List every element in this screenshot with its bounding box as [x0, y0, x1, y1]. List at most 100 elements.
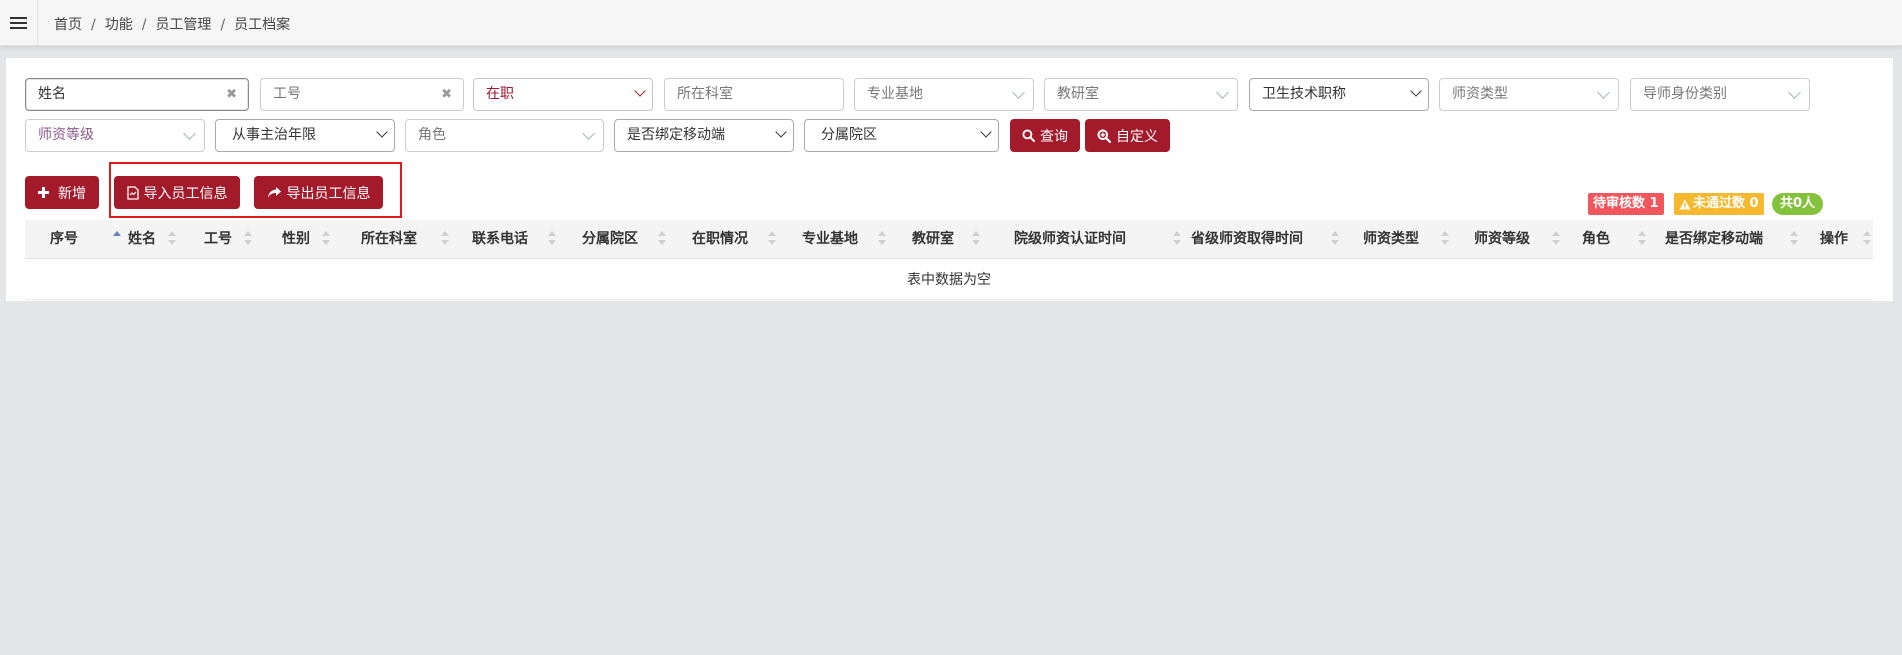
file-import-icon	[126, 185, 139, 200]
employment-status-value: 在职	[486, 86, 514, 102]
employment-status-select[interactable]: 在职	[473, 78, 653, 111]
column-header-role[interactable]: 角色	[1582, 220, 1646, 259]
export-staff-button-label: 导出员工信息	[286, 185, 371, 202]
mentor-type-select[interactable]: 导师身份类别	[1630, 78, 1810, 111]
empty-table-message: 表中数据为空	[25, 260, 1873, 300]
column-header-teaching-room[interactable]: 教研室	[912, 220, 980, 259]
job-number-input[interactable]: 工号 ✖	[260, 78, 464, 111]
column-header-department[interactable]: 所在科室	[361, 220, 449, 259]
column-label: 序号	[50, 231, 78, 247]
column-label: 院级师资认证时间	[1014, 231, 1126, 247]
name-search-input[interactable]: 姓名 ✖	[25, 78, 249, 111]
department-input[interactable]: 所在科室	[664, 78, 844, 111]
chevron-down-icon	[1788, 86, 1801, 99]
sort-icon	[972, 231, 980, 246]
job-number-placeholder: 工号	[273, 86, 301, 102]
table-header: 序号 姓名 工号 性别 所在科室 联系电话 分属院区 在职情况 专业基地 教研室…	[25, 220, 1873, 259]
breadcrumb-staff-archive: 员工档案	[234, 17, 291, 33]
column-header-campus[interactable]: 分属院区	[582, 220, 666, 259]
zoom-in-icon	[1097, 129, 1111, 143]
column-label: 姓名	[128, 231, 156, 247]
column-header-employment-status[interactable]: 在职情况	[692, 220, 776, 259]
teacher-level-select[interactable]: 师资等级	[25, 119, 205, 152]
breadcrumb-staff-management[interactable]: 员工管理	[155, 17, 211, 33]
pending-count-badge[interactable]: 待审核数 1	[1588, 193, 1664, 215]
sort-asc-icon	[113, 231, 121, 246]
health-title-select[interactable]: 卫生技术职称	[1249, 78, 1429, 111]
warning-icon	[1679, 199, 1691, 209]
sort-icon	[1173, 231, 1181, 246]
column-label: 师资类型	[1363, 231, 1419, 247]
breadcrumb-home[interactable]: 首页	[54, 17, 82, 33]
campus-select[interactable]: 分属院区	[804, 119, 999, 152]
professional-base-placeholder: 专业基地	[867, 86, 923, 102]
column-header-gender[interactable]: 性别	[282, 220, 330, 259]
sort-icon	[1790, 231, 1798, 246]
column-header-index[interactable]: 序号	[50, 220, 121, 259]
export-staff-button[interactable]: 导出员工信息	[254, 176, 383, 209]
professional-base-select[interactable]: 专业基地	[854, 78, 1034, 111]
menu-toggle-button[interactable]	[0, 0, 38, 46]
column-header-name[interactable]: 姓名	[128, 220, 176, 259]
sort-icon	[322, 231, 330, 246]
teacher-type-select[interactable]: 师资类型	[1439, 78, 1619, 111]
search-icon	[1022, 129, 1035, 142]
mobile-bound-select[interactable]: 是否绑定移动端	[614, 119, 794, 152]
add-button[interactable]: 新增	[25, 176, 99, 209]
health-title-value: 卫生技术职称	[1262, 86, 1346, 102]
hamburger-icon	[10, 16, 27, 30]
mentor-type-placeholder: 导师身份类别	[1643, 86, 1727, 102]
chevron-down-icon	[1216, 86, 1229, 99]
column-label: 师资等级	[1474, 231, 1530, 247]
chevron-down-icon	[1012, 86, 1025, 99]
column-label: 在职情况	[692, 231, 748, 247]
column-header-job-number[interactable]: 工号	[204, 220, 252, 259]
column-label: 所在科室	[361, 231, 417, 247]
customize-button[interactable]: 自定义	[1085, 119, 1170, 152]
import-staff-button-label: 导入员工信息	[143, 185, 228, 202]
query-button[interactable]: 查询	[1010, 119, 1080, 152]
sort-icon	[548, 231, 556, 246]
failed-count-badge[interactable]: 未通过数 0	[1674, 193, 1764, 215]
add-button-label: 新增	[58, 185, 86, 202]
failed-count-label: 未通过数 0	[1693, 196, 1759, 211]
column-label: 是否绑定移动端	[1665, 231, 1763, 247]
clear-name-icon[interactable]: ✖	[226, 79, 237, 110]
column-header-teacher-type[interactable]: 师资类型	[1363, 220, 1449, 259]
column-header-phone[interactable]: 联系电话	[472, 220, 556, 259]
column-header-professional-base[interactable]: 专业基地	[802, 220, 886, 259]
column-label: 分属院区	[582, 231, 638, 247]
customize-button-label: 自定义	[1116, 128, 1158, 145]
sort-icon	[244, 231, 252, 246]
teaching-room-select[interactable]: 教研室	[1044, 78, 1238, 111]
total-count-badge: 共0人	[1772, 193, 1824, 215]
department-placeholder: 所在科室	[677, 86, 733, 102]
campus-value: 分属院区	[821, 127, 877, 143]
teacher-type-placeholder: 师资类型	[1452, 86, 1508, 102]
attending-years-select[interactable]: 从事主治年限	[215, 119, 395, 152]
breadcrumb: 首页 / 功能 / 员工管理 / 员工档案	[54, 17, 291, 33]
clear-job-number-icon[interactable]: ✖	[441, 79, 452, 110]
role-select[interactable]: 角色	[405, 119, 604, 152]
column-label: 性别	[282, 231, 310, 247]
column-header-mobile-bound[interactable]: 是否绑定移动端	[1665, 220, 1798, 259]
column-label: 教研室	[912, 231, 954, 247]
query-button-label: 查询	[1040, 128, 1068, 145]
sort-icon	[1552, 231, 1560, 246]
column-label: 专业基地	[802, 231, 858, 247]
column-header-actions: 操作	[1820, 220, 1871, 259]
sort-icon	[768, 231, 776, 246]
sort-icon	[878, 231, 886, 246]
sort-icon	[168, 231, 176, 246]
mobile-bound-value: 是否绑定移动端	[627, 127, 725, 143]
teacher-level-placeholder: 师资等级	[38, 127, 94, 143]
breadcrumb-function[interactable]: 功能	[105, 17, 133, 33]
name-input-value: 姓名	[38, 86, 66, 102]
column-header-hospital-cert-time[interactable]: 院级师资认证时间	[1014, 220, 1181, 259]
column-label: 联系电话	[472, 231, 528, 247]
column-header-teacher-level[interactable]: 师资等级	[1474, 220, 1560, 259]
sort-icon	[1331, 231, 1339, 246]
import-staff-button[interactable]: 导入员工信息	[114, 176, 240, 209]
column-header-provincial-cert-time[interactable]: 省级师资取得时间	[1191, 220, 1339, 259]
sort-icon	[1441, 231, 1449, 246]
